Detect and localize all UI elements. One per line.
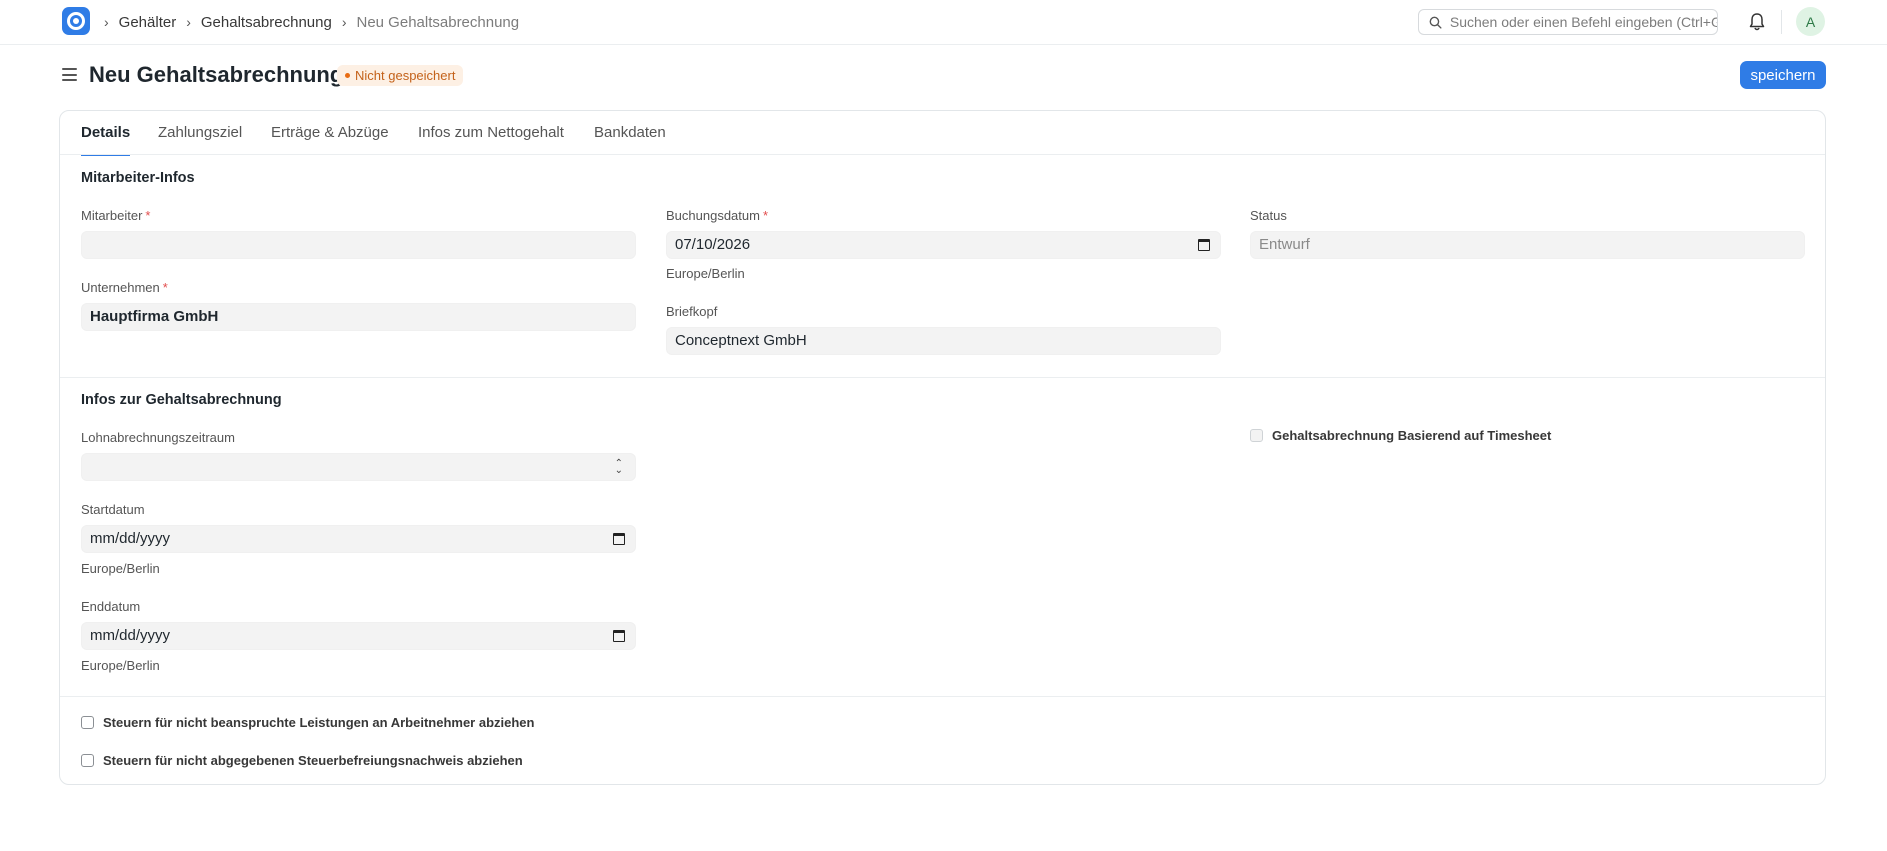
search-bar[interactable] bbox=[1418, 9, 1718, 35]
navbar-divider bbox=[1781, 10, 1782, 34]
posting-date-field[interactable]: 07/10/2026 bbox=[666, 231, 1221, 259]
section-title-salary-info: Infos zur Gehaltsabrechnung bbox=[81, 392, 282, 408]
posting-date-timezone: Europe/Berlin bbox=[666, 266, 745, 281]
chevron-right-icon: › bbox=[186, 14, 191, 30]
tab-payment-terms[interactable]: Zahlungsziel bbox=[158, 111, 242, 155]
section-divider bbox=[60, 377, 1825, 378]
status-field: Entwurf bbox=[1250, 231, 1805, 259]
chevron-right-icon: › bbox=[104, 14, 109, 30]
section-divider bbox=[60, 696, 1825, 697]
breadcrumb-item-current: Neu Gehaltsabrechnung bbox=[356, 13, 520, 31]
employee-input[interactable] bbox=[90, 232, 635, 258]
end-date-field[interactable]: mm/dd/yyyy bbox=[81, 622, 636, 650]
form-card: Details Zahlungsziel Erträge & Abzüge In… bbox=[59, 110, 1826, 785]
tab-net-pay-info[interactable]: Infos zum Nettogehalt bbox=[418, 111, 564, 155]
start-date-label: Startdatum bbox=[81, 502, 145, 517]
status-badge: Nicht gespeichert bbox=[337, 65, 464, 86]
calendar-icon[interactable] bbox=[613, 630, 625, 642]
start-date-timezone: Europe/Berlin bbox=[81, 561, 160, 576]
end-date-timezone: Europe/Berlin bbox=[81, 658, 160, 673]
chevron-right-icon: › bbox=[341, 14, 347, 30]
breadcrumb-item-salaries[interactable]: Gehälter bbox=[119, 14, 177, 31]
tab-bank-details[interactable]: Bankdaten bbox=[594, 111, 666, 155]
calendar-icon[interactable] bbox=[613, 533, 625, 545]
select-updown-icon: ⌃ ⌄ bbox=[614, 458, 623, 476]
start-date-field[interactable]: mm/dd/yyyy bbox=[81, 525, 636, 553]
deduct-unsubmitted-proof-row[interactable]: Steuern für nicht abgegebenen Steuerbefr… bbox=[81, 753, 523, 768]
avatar[interactable]: A bbox=[1796, 7, 1825, 36]
status-label: Status bbox=[1250, 208, 1287, 223]
letterhead-label: Briefkopf bbox=[666, 304, 718, 319]
payroll-period-label: Lohnabrechnungszeitraum bbox=[81, 430, 235, 445]
form-tabs: Details Zahlungsziel Erträge & Abzüge In… bbox=[60, 111, 1825, 156]
deduct-unclaimed-benefits-label: Steuern für nicht beanspruchte Leistunge… bbox=[103, 715, 535, 730]
deduct-unclaimed-benefits-row[interactable]: Steuern für nicht beanspruchte Leistunge… bbox=[81, 715, 534, 730]
company-label: Unternehmen * bbox=[81, 280, 168, 295]
start-date-placeholder: mm/dd/yyyy bbox=[90, 530, 171, 547]
end-date-placeholder: mm/dd/yyyy bbox=[90, 627, 171, 644]
app-logo-icon[interactable] bbox=[62, 7, 90, 35]
timesheet-checkbox-label: Gehaltsabrechnung Basierend auf Timeshee… bbox=[1272, 428, 1552, 443]
posting-date-label: Buchungsdatum * bbox=[666, 208, 769, 223]
timesheet-checkbox[interactable] bbox=[1250, 429, 1263, 442]
breadcrumb-item-salary-slip[interactable]: Gehaltsabrechnung bbox=[201, 14, 332, 31]
page-head: Neu Gehaltsabrechnung Nicht gespeichert … bbox=[0, 45, 1887, 110]
breadcrumb: › Gehälter › Gehaltsabrechnung › Neu Geh… bbox=[104, 0, 529, 44]
tab-earnings-deductions[interactable]: Erträge & Abzüge bbox=[271, 111, 389, 155]
employee-field[interactable] bbox=[81, 231, 636, 259]
deduct-unclaimed-benefits-checkbox[interactable] bbox=[81, 716, 94, 729]
company-field[interactable]: Hauptfirma GmbH bbox=[81, 303, 636, 331]
hamburger-icon[interactable] bbox=[62, 68, 77, 81]
letterhead-field[interactable]: Conceptnext GmbH bbox=[666, 327, 1221, 355]
employee-label: Mitarbeiter * bbox=[81, 208, 151, 223]
payroll-period-select[interactable]: ⌃ ⌄ bbox=[81, 453, 636, 481]
timesheet-checkbox-row[interactable]: Gehaltsabrechnung Basierend auf Timeshee… bbox=[1250, 428, 1551, 443]
save-button[interactable]: speichern bbox=[1740, 61, 1826, 89]
tab-details[interactable]: Details bbox=[81, 111, 131, 156]
page-title: Neu Gehaltsabrechnung bbox=[89, 62, 344, 87]
section-title-employee-info: Mitarbeiter-Infos bbox=[81, 170, 195, 186]
deduct-unsubmitted-proof-label: Steuern für nicht abgegebenen Steuerbefr… bbox=[103, 753, 523, 768]
search-icon bbox=[1429, 16, 1442, 29]
deduct-unsubmitted-proof-checkbox[interactable] bbox=[81, 754, 94, 767]
end-date-label: Enddatum bbox=[81, 599, 141, 614]
bell-icon[interactable] bbox=[1747, 11, 1767, 33]
search-input[interactable] bbox=[1449, 14, 1717, 30]
posting-date-value: 07/10/2026 bbox=[675, 236, 751, 253]
top-navbar: › Gehälter › Gehaltsabrechnung › Neu Geh… bbox=[0, 0, 1887, 45]
calendar-icon[interactable] bbox=[1198, 239, 1210, 251]
